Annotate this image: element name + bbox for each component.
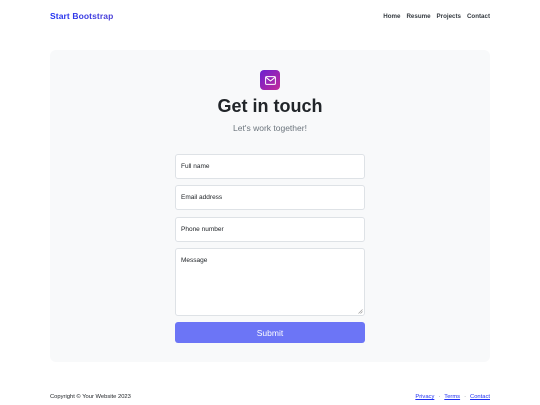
- footer-separator: ·: [464, 394, 467, 400]
- resize-handle-icon[interactable]: [358, 309, 363, 314]
- brand-logo-link[interactable]: Start Bootstrap: [50, 11, 113, 21]
- footer-separator: ·: [438, 394, 441, 400]
- page-title: Get in touch: [217, 96, 323, 116]
- footer-link-contact[interactable]: Contact: [470, 394, 490, 400]
- nav-link-contact[interactable]: Contact: [467, 13, 490, 20]
- nav-link-projects[interactable]: Projects: [437, 13, 461, 20]
- message-field-label: Message: [181, 257, 208, 264]
- nav-link-home[interactable]: Home: [383, 13, 400, 20]
- nav-link-resume[interactable]: Resume: [406, 13, 430, 20]
- nav-links: Home Resume Projects Contact: [383, 13, 490, 20]
- footer-link-privacy[interactable]: Privacy: [415, 394, 434, 400]
- full-name-field[interactable]: Full name: [175, 154, 365, 179]
- footer-copyright: Copyright © Your Website 2023: [50, 394, 131, 400]
- page-subtitle: Let's work together!: [233, 123, 307, 133]
- navbar: Start Bootstrap Home Resume Projects Con…: [0, 0, 540, 32]
- footer-link-terms[interactable]: Terms: [444, 394, 460, 400]
- phone-number-field[interactable]: Phone number: [175, 217, 365, 242]
- envelope-icon: [260, 70, 280, 90]
- email-field[interactable]: Email address: [175, 185, 365, 210]
- submit-button[interactable]: Submit: [175, 322, 365, 343]
- message-field[interactable]: Message: [175, 248, 365, 316]
- footer-links: Privacy · Terms · Contact: [415, 394, 490, 400]
